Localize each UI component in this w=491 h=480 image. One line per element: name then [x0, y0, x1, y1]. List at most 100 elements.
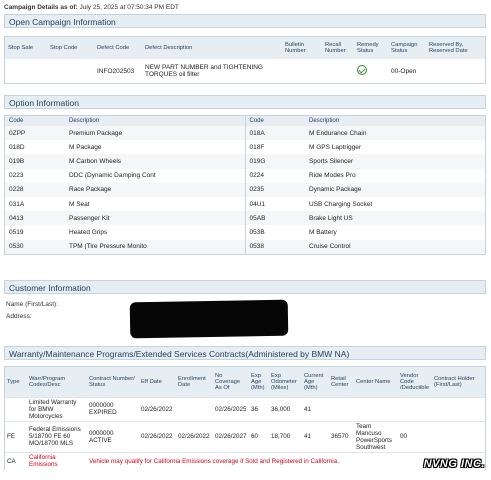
- option-description: Dynamic Package: [305, 182, 485, 197]
- option-description: Sports Silencer: [305, 154, 485, 169]
- option-code: 0224: [249, 172, 264, 180]
- option-description: TPM (Tire Pressure Monito: [65, 239, 246, 254]
- vendor-code-cell: 00: [398, 420, 432, 452]
- col-contract-holder: Contract Holder (First/Last): [432, 367, 485, 397]
- col-description-left: Description: [65, 116, 246, 126]
- col-reserved: Reserved By, Reserved Date: [426, 37, 485, 59]
- col-no-coverage: No Coverage As Of: [213, 367, 249, 397]
- option-description: Passenger Kit: [65, 211, 246, 226]
- option-description: Cruise Control: [305, 239, 485, 254]
- option-row: 0ZPP Premium Package 018A M Endurance Ch…: [5, 126, 485, 141]
- campaign-timestamp: Campaign Details as of: July 25, 2025 at…: [4, 4, 179, 11]
- eff-date-cell: 02/26/2022: [139, 396, 176, 421]
- current-age-cell: 41: [302, 420, 329, 452]
- option-description: DDC (Dynamic Damping Cont: [65, 168, 246, 183]
- option-description: Race Package: [65, 182, 246, 197]
- program-cell: Federal Emissions 5/18700 FE 60 MO/18700…: [27, 420, 87, 452]
- option-row: 0223 DDC (Dynamic Damping Cont 0224 Ride…: [5, 168, 485, 183]
- option-row: 018D M Package 018F M GPS Laptrigger: [5, 140, 485, 155]
- contract-holder-cell: [432, 396, 485, 421]
- check-circle-icon: [357, 65, 367, 75]
- warranty-header-row: Type Warr/Program Codes/Desc Contract Nu…: [5, 367, 485, 397]
- contract-cell: 0000000 ACTIVE: [87, 420, 139, 452]
- option-description: M Package: [65, 140, 246, 155]
- exp-age-cell: 60: [249, 420, 269, 452]
- col-remedy-status: Remedy Status: [354, 37, 388, 59]
- col-enrollment-date: Enrollment Date: [176, 367, 213, 397]
- option-description: Heated Grips: [65, 225, 246, 240]
- col-recall-number: Recall Number: [322, 37, 354, 59]
- type-cell: [5, 396, 27, 421]
- section-title-customer: Customer Information: [4, 280, 486, 294]
- customer-name-label: Name (First/Last):: [6, 301, 59, 308]
- option-code: 0413: [5, 211, 65, 226]
- option-row: 019B M Carbon Wheels 019G Sports Silence…: [5, 154, 485, 169]
- option-row: 0413 Passenger Kit 05AB Brake Light US: [5, 211, 485, 226]
- col-bulletin-number: Bulletin Number: [282, 37, 322, 59]
- warranty-table: Type Warr/Program Codes/Desc Contract Nu…: [4, 366, 486, 470]
- campaign-status-cell: 00-Open: [391, 67, 417, 75]
- option-code: 019G: [245, 154, 305, 169]
- reserved-cell: [426, 59, 485, 83]
- option-description: USB Charging Socket: [309, 200, 373, 208]
- campaign-timestamp-label: Campaign Details as of:: [4, 4, 78, 11]
- recall-number-cell: [322, 59, 354, 83]
- remedy-status-cell: [354, 59, 388, 83]
- option-code: 018A: [245, 126, 305, 141]
- campaign-table: Stop Sale Stop Code Defect Code Defect D…: [4, 36, 486, 84]
- current-age-cell: 41: [302, 396, 329, 421]
- center-name-cell: [354, 396, 398, 421]
- stop-sale-cell: [5, 59, 47, 83]
- eff-date-cell: 02/26/2022: [139, 420, 176, 452]
- col-vendor-code: Vendor Code /Deductible: [398, 367, 432, 397]
- program-cell: Limited Warranty for BMW Motorcycles: [27, 396, 87, 421]
- option-code: 0530: [5, 239, 65, 254]
- exp-age-cell: 36: [249, 396, 269, 421]
- section-title-warranty: Warranty/Maintenance Programs/Extended S…: [4, 346, 486, 360]
- col-stop-sale: Stop Sale: [5, 37, 47, 59]
- option-code: 05AB: [245, 211, 305, 226]
- option-row: 0519 Heated Grips 053B M Battery: [5, 225, 485, 240]
- warranty-row: FE Federal Emissions 5/18700 FE 60 MO/18…: [5, 420, 485, 452]
- option-description: Ride Modes Pro: [309, 172, 356, 180]
- contract-holder-cell: [432, 420, 485, 452]
- exp-odometer-cell: 18,700: [269, 420, 302, 452]
- option-code: 018D: [9, 143, 25, 151]
- col-campaign-status: Campaign Status: [388, 37, 426, 59]
- option-code: 018F: [249, 143, 265, 151]
- col-eff-date: Eff Date: [139, 367, 176, 397]
- col-code-left: Code: [5, 116, 65, 126]
- col-current-age: Current Age (Mth): [302, 367, 329, 397]
- option-code: 0ZPP: [5, 126, 65, 141]
- option-description: M Seat: [65, 196, 246, 212]
- option-code: 0538: [245, 239, 305, 254]
- option-code: 0228: [5, 182, 65, 197]
- options-table: Code Description Code Description 0ZPP P…: [4, 115, 486, 255]
- section-title-campaign: Open Campaign Information: [4, 14, 486, 28]
- retail-center-cell: 36570: [329, 420, 354, 452]
- retail-center-cell: [329, 396, 354, 421]
- option-code: 0235: [245, 182, 305, 197]
- option-description: M GPS Laptrigger: [309, 143, 362, 151]
- redaction-block: [129, 299, 289, 339]
- warranty-row: Limited Warranty for BMW Motorcycles 000…: [5, 396, 485, 421]
- no-coverage-cell: 02/26/2025: [213, 396, 249, 421]
- option-row: 0228 Race Package 0235 Dynamic Package: [5, 182, 485, 197]
- col-program: Warr/Program Codes/Desc: [27, 367, 87, 397]
- col-type: Type: [5, 367, 27, 397]
- type-cell: FE: [5, 420, 27, 452]
- defect-code-cell: INFO202503: [97, 67, 135, 75]
- contract-cell: 0000000 EXPIRED: [87, 396, 139, 421]
- col-exp-age: Exp Age (Mth): [249, 367, 269, 397]
- option-code: 04U1: [249, 200, 266, 208]
- enrollment-date-cell: 02/26/2022: [176, 420, 213, 452]
- campaign-timestamp-date: July 25, 2025 at 07:50:34 PM EDT: [79, 4, 179, 11]
- option-row: 031A M Seat 04U1 USB Charging Socket: [5, 196, 485, 212]
- campaign-header-row: Stop Sale Stop Code Defect Code Defect D…: [5, 37, 485, 59]
- col-defect-description: Defect Description: [142, 37, 282, 59]
- col-description-right: Description: [305, 116, 485, 126]
- col-contract: Contract Number/ Status: [87, 367, 139, 397]
- option-row: 0530 TPM (Tire Pressure Monito 0538 Crui…: [5, 239, 485, 254]
- warranty-row: CA California Emissions Vehicle may qual…: [5, 451, 485, 470]
- vendor-code-cell: [398, 396, 432, 421]
